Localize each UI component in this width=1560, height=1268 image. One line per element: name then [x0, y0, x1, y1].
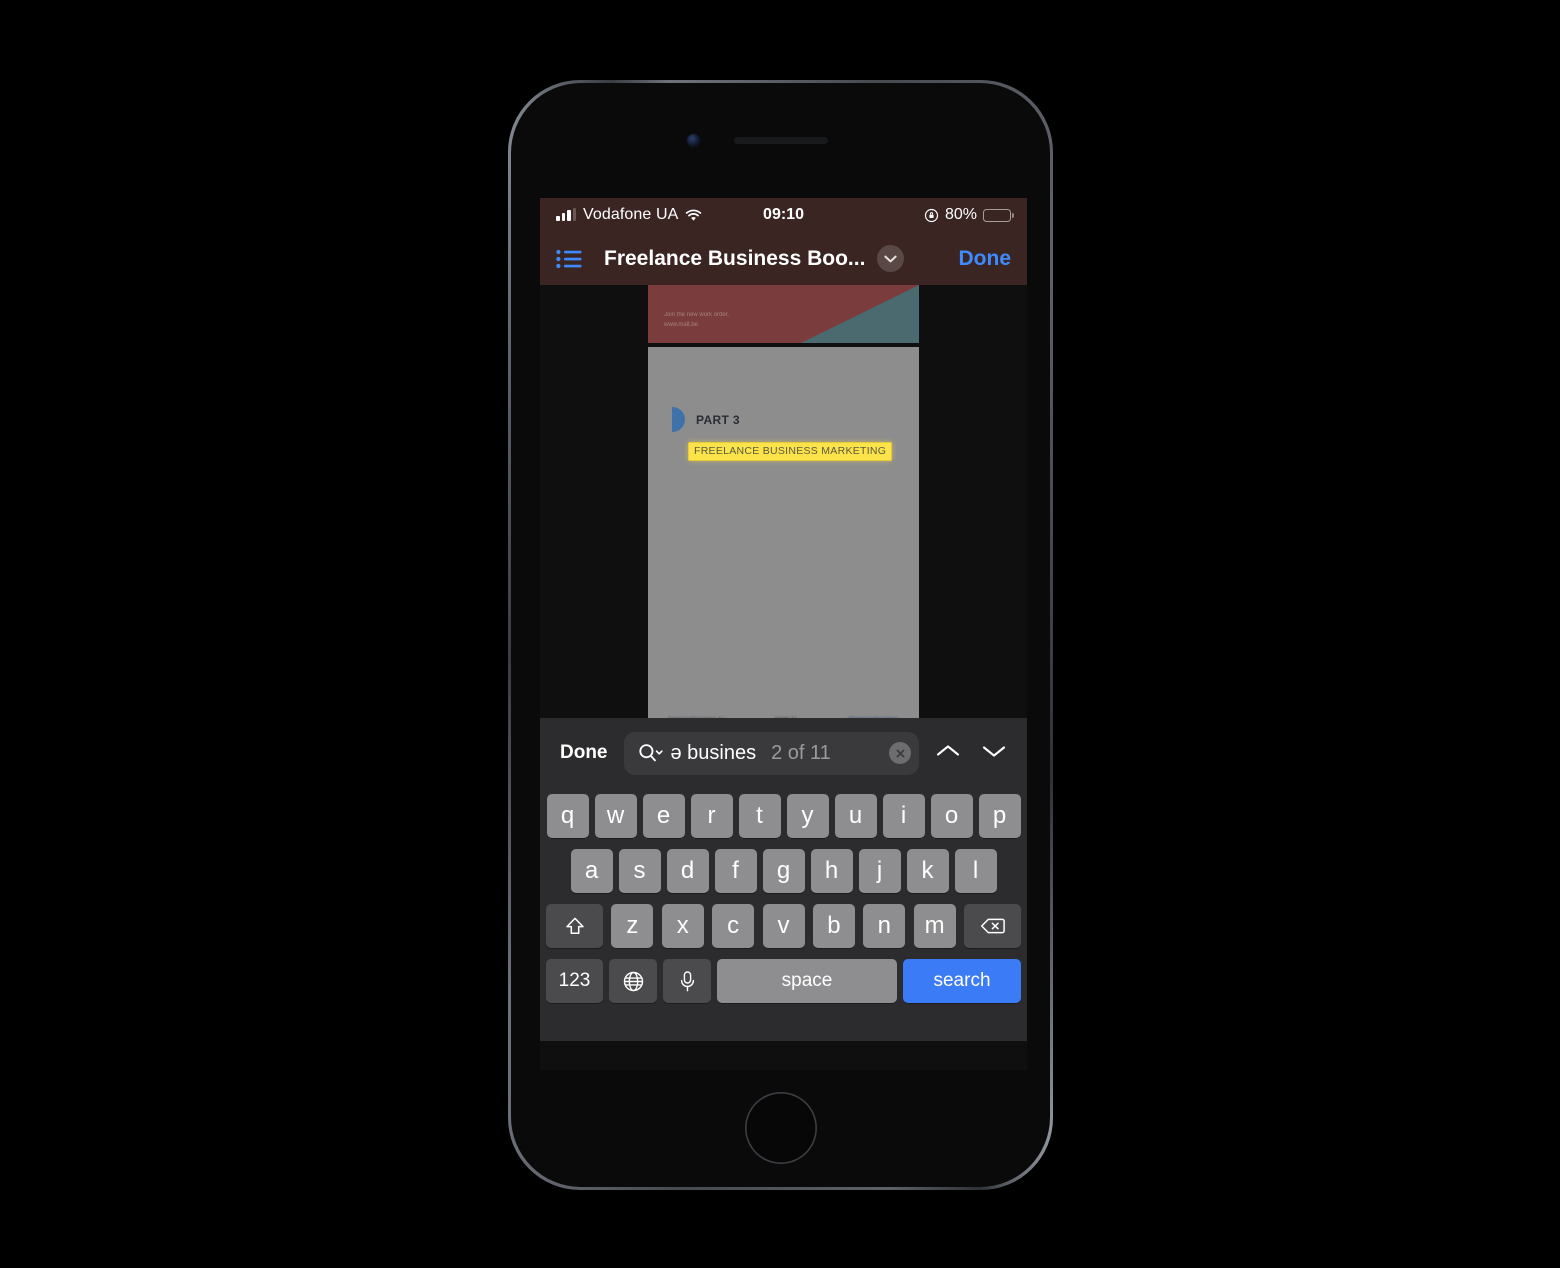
done-button[interactable]: Done	[959, 247, 1012, 271]
keyboard-row-3: z x c v b n m	[543, 904, 1024, 948]
key-q[interactable]: q	[546, 794, 589, 838]
half-circle-marker-icon	[672, 407, 685, 432]
globe-icon[interactable]	[609, 959, 657, 1003]
keyboard-row-1: q w e r t y u i o p	[543, 794, 1024, 838]
home-button[interactable]	[744, 1092, 817, 1164]
next-match-button[interactable]	[981, 743, 1007, 764]
status-bar: Vodafone UA 09:10 80%	[540, 198, 1027, 232]
microphone-icon[interactable]	[663, 959, 711, 1003]
page-footer-number: Page 31	[775, 716, 797, 718]
key-y[interactable]: y	[786, 794, 829, 838]
previous-match-button[interactable]	[935, 743, 961, 764]
key-x[interactable]: x	[661, 904, 704, 948]
part-heading: PART 3	[672, 407, 740, 432]
document-viewer[interactable]: Join the new work order. www.malt.be PAR…	[540, 285, 1027, 718]
key-j[interactable]: j	[858, 849, 901, 893]
key-c[interactable]: c	[712, 904, 755, 948]
key-k[interactable]: k	[906, 849, 949, 893]
phone-body: Vodafone UA 09:10 80% Freelance Business…	[511, 83, 1050, 1187]
space-key[interactable]: space	[717, 959, 897, 1003]
page-footer-hashtag: #freelancebusiness	[847, 716, 899, 718]
search-match-counter: 2 of 11	[771, 741, 831, 764]
battery-percentage: 80%	[944, 206, 977, 223]
page-tagline: Join the new work order. www.malt.be	[664, 311, 729, 330]
front-camera	[687, 134, 700, 147]
numbers-key[interactable]: 123	[546, 959, 603, 1003]
phone-screen: Vodafone UA 09:10 80% Freelance Business…	[540, 198, 1027, 1070]
key-r[interactable]: r	[690, 794, 733, 838]
bulleted-list-icon[interactable]	[556, 249, 582, 269]
chevron-down-icon[interactable]	[877, 245, 905, 272]
status-bar-left: Vodafone UA	[556, 206, 702, 224]
keyboard-row-2: a s d f g h j k l	[543, 849, 1024, 893]
document-page-previous: Join the new work order. www.malt.be	[648, 285, 919, 343]
key-l[interactable]: l	[954, 849, 997, 893]
battery-icon	[983, 208, 1014, 222]
status-bar-right: 80%	[924, 206, 1014, 224]
key-d[interactable]: d	[666, 849, 709, 893]
key-t[interactable]: t	[738, 794, 781, 838]
key-b[interactable]: b	[812, 904, 855, 948]
search-input[interactable]: ə busines 2 of 11	[623, 731, 919, 775]
backspace-icon[interactable]	[964, 904, 1021, 948]
document-page-current: PART 3 FREELANCE BUSINESS MARKETING free…	[648, 347, 919, 718]
key-o[interactable]: o	[930, 794, 973, 838]
key-e[interactable]: e	[642, 794, 685, 838]
wifi-icon	[685, 209, 702, 222]
page-tagline-line2: www.malt.be	[664, 321, 699, 328]
key-n[interactable]: n	[863, 904, 906, 948]
key-h[interactable]: h	[810, 849, 853, 893]
key-a[interactable]: a	[570, 849, 613, 893]
shift-arrow-icon[interactable]	[546, 904, 603, 948]
search-highlight: FREELANCE BUSINESS MARKETING	[688, 442, 893, 461]
keyboard-row-4: 123 space search	[543, 959, 1024, 1003]
cellular-signal-icon	[556, 208, 576, 221]
part-label: PART 3	[696, 412, 740, 427]
carrier-name: Vodafone UA	[583, 206, 679, 223]
key-f[interactable]: f	[714, 849, 757, 893]
page-accent-shape-teal	[801, 285, 919, 343]
earpiece-speaker	[733, 137, 828, 144]
page-footer-left: freelancebusiness.eu	[668, 716, 725, 718]
key-w[interactable]: w	[594, 794, 637, 838]
search-icon[interactable]	[638, 743, 664, 763]
key-i[interactable]: i	[882, 794, 925, 838]
key-p[interactable]: p	[978, 794, 1021, 838]
clear-search-icon[interactable]	[889, 742, 911, 764]
iphone-device-frame: Vodafone UA 09:10 80% Freelance Business…	[508, 80, 1053, 1190]
page-footer: freelancebusiness.eu Page 31 #freelanceb…	[648, 716, 919, 718]
search-key[interactable]: search	[903, 959, 1021, 1003]
status-bar-clock: 09:10	[763, 206, 804, 223]
key-s[interactable]: s	[618, 849, 661, 893]
find-done-button[interactable]: Done	[560, 742, 608, 764]
key-v[interactable]: v	[762, 904, 805, 948]
document-toolbar: Freelance Business Boo... Done	[540, 232, 1027, 285]
search-match-row: FREELANCE BUSINESS MARKETING	[688, 441, 893, 461]
key-z[interactable]: z	[611, 904, 654, 948]
search-input-value: ə busines	[670, 741, 757, 764]
page-tagline-line1: Join the new work order.	[664, 312, 730, 319]
find-bar: Done ə busines 2 of 11	[540, 718, 1027, 788]
page-title: Freelance Business Boo...	[604, 246, 866, 270]
key-u[interactable]: u	[834, 794, 877, 838]
onscreen-keyboard: q w e r t y u i o p a s d f g h j k l z …	[540, 788, 1027, 1041]
key-m[interactable]: m	[913, 904, 956, 948]
key-g[interactable]: g	[762, 849, 805, 893]
rotation-lock-icon	[924, 208, 939, 223]
find-navigation	[935, 743, 1007, 764]
